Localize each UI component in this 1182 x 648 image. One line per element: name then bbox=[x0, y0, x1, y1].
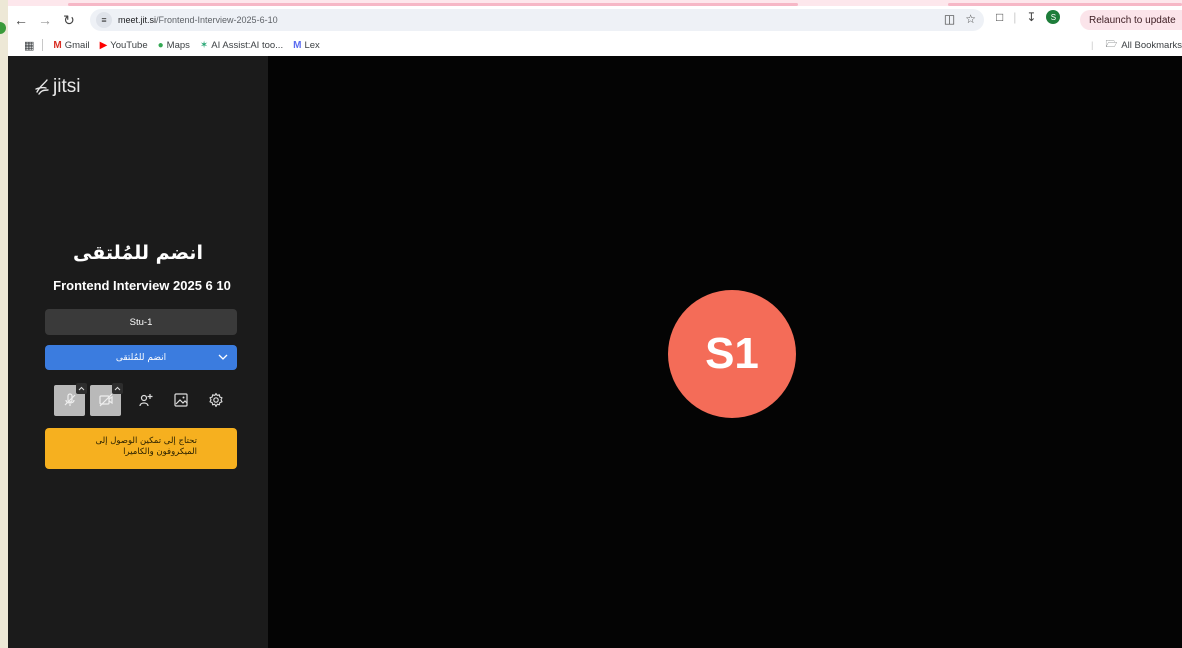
bookmarks-divider bbox=[42, 39, 44, 51]
browser-toolbar: ← → ↻ ≡ meet.jit.si/Frontend-Interview-2… bbox=[8, 6, 1182, 34]
bookmark-star-icon[interactable]: ☆ bbox=[965, 12, 976, 26]
display-name-input[interactable] bbox=[45, 309, 237, 335]
camera-toggle[interactable] bbox=[90, 382, 123, 416]
meeting-name: Frontend Interview 2025 6 10 bbox=[53, 278, 231, 293]
maps-icon: ● bbox=[157, 39, 164, 51]
participant-avatar: S1 bbox=[668, 290, 796, 418]
bookmark-lex[interactable]: M Lex bbox=[293, 40, 320, 51]
cast-icon[interactable]: ◫ bbox=[944, 12, 955, 26]
microphone-toggle[interactable] bbox=[54, 382, 87, 416]
join-heading: انضم للمُلتقى bbox=[73, 242, 203, 264]
meeting-page: jitsi انضم للمُلتقى Frontend Interview 2… bbox=[8, 56, 1182, 648]
media-controls bbox=[54, 382, 231, 416]
back-icon[interactable]: ← bbox=[10, 9, 32, 31]
add-person-icon bbox=[138, 394, 152, 407]
prejoin-panel: jitsi انضم للمُلتقى Frontend Interview 2… bbox=[8, 56, 268, 648]
microphone-options[interactable] bbox=[76, 382, 87, 394]
camera-off-icon bbox=[98, 393, 113, 407]
join-meeting-button[interactable]: انضم للمُلتقى bbox=[45, 345, 237, 370]
profile-avatar[interactable]: S bbox=[1046, 10, 1061, 24]
jitsi-logo-icon bbox=[35, 79, 49, 95]
join-button-label: انضم للمُلتقى bbox=[115, 352, 167, 363]
jitsi-logo[interactable]: jitsi bbox=[34, 76, 80, 98]
reload-icon[interactable]: ↻ bbox=[58, 9, 80, 31]
lex-icon: M bbox=[293, 39, 302, 51]
jitsi-logo-text: jitsi bbox=[53, 76, 81, 97]
bookmark-ai-assist[interactable]: ✶ AI Assist:AI too... bbox=[200, 40, 283, 51]
invite-people-button[interactable] bbox=[130, 385, 161, 416]
camera-options[interactable] bbox=[112, 382, 123, 394]
site-info-icon[interactable]: ≡ bbox=[96, 12, 112, 28]
youtube-icon: ▶ bbox=[99, 39, 108, 51]
gear-icon bbox=[208, 392, 223, 408]
virtual-background-button[interactable] bbox=[165, 385, 196, 416]
video-stage: S1 bbox=[268, 56, 1182, 648]
forward-icon[interactable]: → bbox=[34, 9, 56, 31]
all-bookmarks-button[interactable]: | 🗁 All Bookmarks bbox=[1091, 34, 1182, 56]
chevron-up-icon bbox=[114, 386, 121, 390]
desktop-edge bbox=[0, 0, 14, 648]
chevron-up-icon bbox=[78, 386, 85, 390]
gmail-icon: M bbox=[53, 39, 62, 51]
ai-assist-icon: ✶ bbox=[199, 39, 209, 51]
image-icon bbox=[173, 393, 188, 407]
download-icon[interactable]: ↧ bbox=[1026, 10, 1036, 24]
bookmarks-bar: ▦ M Gmail ▶ YouTube ● Maps ✶ AI Assist:AI to… bbox=[8, 34, 1182, 56]
relaunch-button[interactable]: Relaunch to update ⋮ bbox=[1080, 10, 1182, 30]
extensions-icon[interactable]: □ bbox=[996, 10, 1003, 24]
bookmark-gmail[interactable]: M Gmail bbox=[53, 40, 89, 51]
address-bar[interactable]: ≡ meet.jit.si/Frontend-Interview-2025-6-… bbox=[90, 9, 984, 31]
bookmark-maps[interactable]: ● Maps bbox=[158, 40, 190, 51]
microphone-off-icon bbox=[64, 393, 75, 406]
dock-indicator bbox=[0, 22, 6, 34]
url-text[interactable]: meet.jit.si/Frontend-Interview-2025-6-10 bbox=[118, 15, 278, 25]
bookmark-youtube[interactable]: ▶ YouTube bbox=[100, 40, 148, 51]
settings-button[interactable] bbox=[200, 385, 231, 416]
folder-icon: 🗁 bbox=[1105, 39, 1118, 50]
permission-warning: تحتاج إلى تمكين الوصول إلى الميكروفون وا… bbox=[45, 428, 237, 469]
apps-icon[interactable]: ▦ bbox=[24, 39, 34, 52]
chevron-down-icon[interactable] bbox=[217, 350, 229, 364]
